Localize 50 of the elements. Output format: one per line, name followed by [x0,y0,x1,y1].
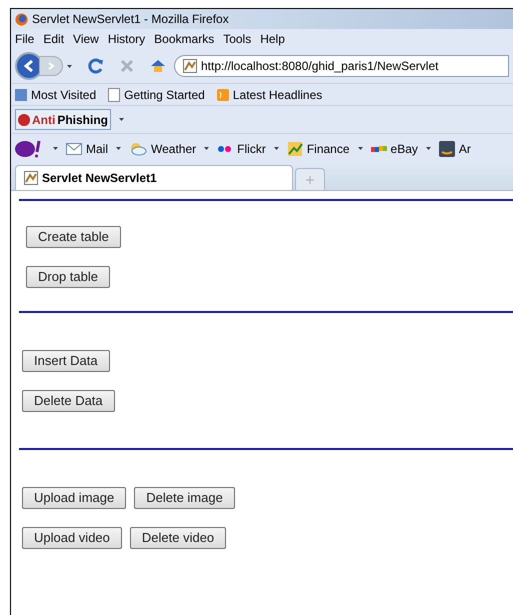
bookmark-link[interactable]: Getting Started [124,86,205,104]
form-button[interactable]: Delete Data [22,390,115,412]
site-icon [183,59,197,73]
dropdown-icon[interactable] [274,147,279,150]
window-title: Servlet NewServlet1 - Mozilla Firefox [32,11,229,28]
menu-item[interactable]: History [108,30,146,48]
menu-item[interactable]: Bookmarks [154,30,214,48]
envelope-icon [66,142,82,154]
toolbar-link[interactable]: Flickr [237,140,266,158]
menu-item[interactable]: View [73,30,99,48]
antiphishing-button[interactable]: Anti Phishing [15,109,111,130]
dropdown-icon[interactable] [53,147,58,150]
menu-item[interactable]: Help [260,30,285,48]
reload-icon[interactable] [88,58,104,74]
home-icon[interactable] [150,59,166,73]
form-button[interactable]: Upload image [22,487,126,509]
address-field[interactable]: http://localhost:8080/ghid_paris1/NewServlet [174,55,509,77]
box-icon [438,140,455,156]
plus-icon [306,176,314,184]
bookmark-link[interactable]: Most Visited [31,86,96,104]
menu-item[interactable]: File [15,30,34,48]
form-button[interactable]: Delete image [134,487,235,509]
dropdown-icon[interactable] [426,147,431,150]
form-button[interactable]: Create table [26,226,121,248]
menu-item[interactable]: Tools [223,30,252,48]
toolbar-link[interactable]: Ar [458,140,471,158]
dots-icon [217,144,234,152]
form-button[interactable]: Insert Data [22,350,110,372]
dropdown-icon[interactable] [358,147,363,150]
toolbar-link[interactable]: Weather [151,140,196,158]
form-button[interactable]: Drop table [26,266,110,288]
cloud-sun-icon [129,142,148,156]
logo-icon [370,144,387,152]
browser-tab[interactable]: Servlet NewServlet1 [15,165,293,190]
form-button[interactable]: Upload video [22,527,122,549]
toolbar-link[interactable]: eBay [390,140,418,158]
form-button[interactable]: Delete video [130,527,226,549]
toolbar-link[interactable]: Finance [306,140,350,158]
dropdown-icon[interactable] [67,64,72,68]
chart-icon [286,140,303,156]
dropdown-icon[interactable] [116,147,122,150]
toolbar-link[interactable]: Mail [86,140,108,158]
browser-logo-icon [15,12,28,26]
page-icon [108,88,120,102]
site-icon [24,171,38,185]
menu-item[interactable]: Edit [43,30,64,48]
rss-icon [216,88,229,100]
bookmark-link[interactable]: Latest Headlines [232,86,322,104]
dropdown-icon[interactable] [119,118,124,121]
dropdown-icon[interactable] [204,147,210,150]
